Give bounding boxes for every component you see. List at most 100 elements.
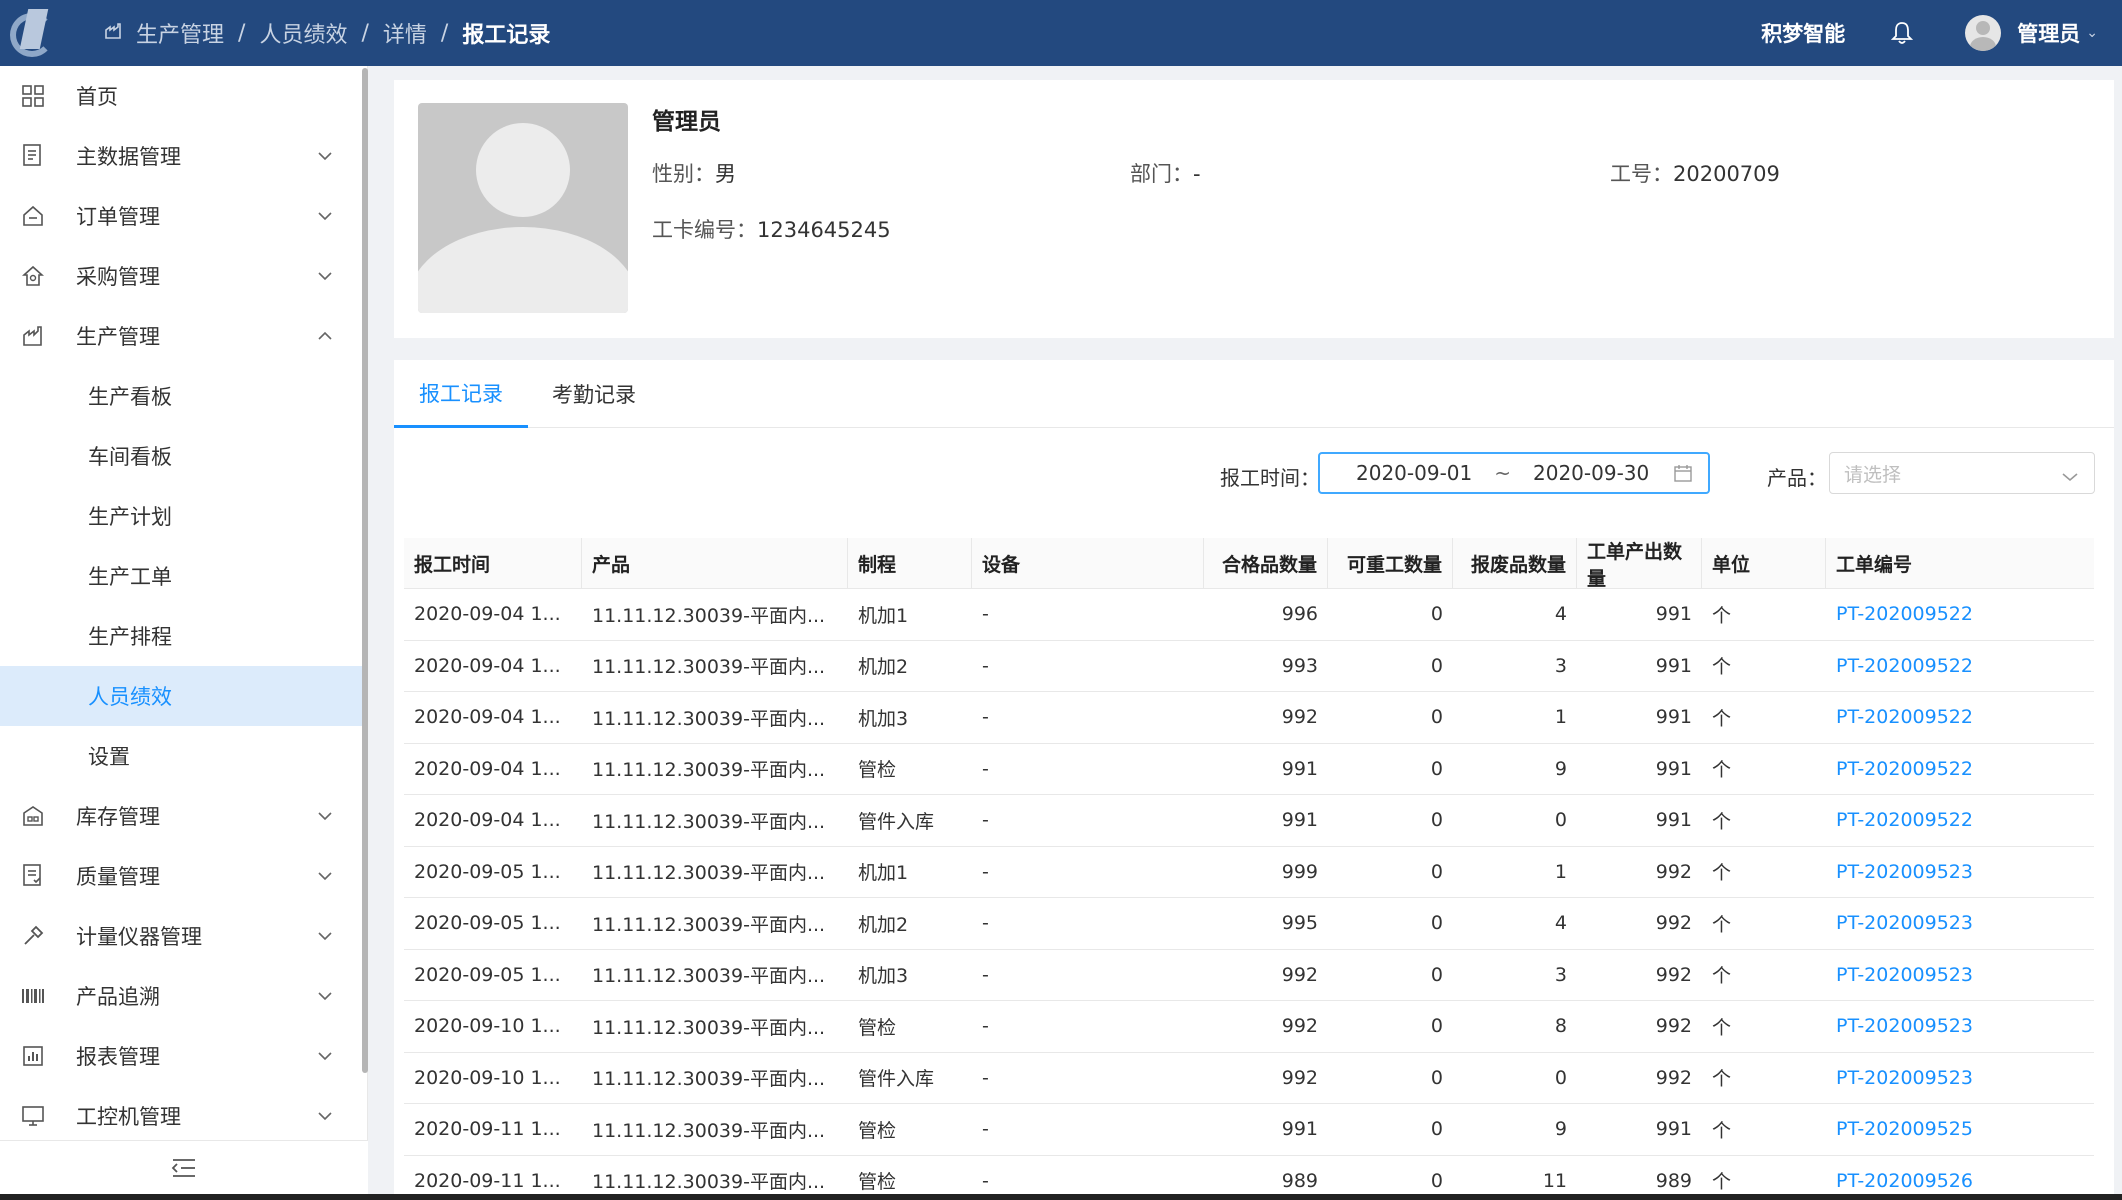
cell-reworkable: 0 bbox=[1430, 654, 1443, 677]
col-header-unit[interactable]: 单位 bbox=[1702, 538, 1826, 589]
cell-equipment: - bbox=[982, 706, 989, 729]
col-header-process[interactable]: 制程 bbox=[848, 538, 972, 589]
col-header-time[interactable]: 报工时间 bbox=[404, 538, 582, 589]
sidebar-item-purchase[interactable]: 采购管理 bbox=[0, 246, 367, 306]
sidebar-item-orders[interactable]: 订单管理 bbox=[0, 186, 367, 246]
col-header-qualified[interactable]: 合格品数量 bbox=[1204, 538, 1328, 589]
cell-equipment: - bbox=[982, 912, 989, 935]
sidebar-subitem-workshop-board[interactable]: 车间看板 bbox=[0, 426, 367, 486]
cell-scrap: 3 bbox=[1554, 654, 1567, 677]
table-row[interactable]: 2020-09-10 1... 11.11.12.30039-平面内... 管检 - 9… bbox=[404, 1001, 2094, 1053]
user-menu[interactable]: 管理员 bbox=[2017, 18, 2080, 48]
cell-work-order[interactable]: PT-202009523 bbox=[1826, 950, 2094, 1001]
table-row[interactable]: 2020-09-04 1... 11.11.12.30039-平面内... 机加1 -… bbox=[404, 589, 2094, 641]
table-row[interactable]: 2020-09-04 1... 11.11.12.30039-平面内... 机加2 -… bbox=[404, 641, 2094, 692]
tab-attendance[interactable]: 考勤记录 bbox=[552, 360, 662, 428]
col-header-equipment[interactable]: 设备 bbox=[972, 538, 1204, 589]
sidebar-item-instruments[interactable]: 计量仪器管理 bbox=[0, 906, 367, 966]
cell-work-order[interactable]: PT-202009523 bbox=[1826, 847, 2094, 898]
cell-work-order[interactable]: PT-202009523 bbox=[1826, 898, 2094, 949]
chevron-down-icon bbox=[315, 866, 335, 886]
table-row[interactable]: 2020-09-10 1... 11.11.12.30039-平面内... 管件入库… bbox=[404, 1053, 2094, 1104]
col-header-output[interactable]: 工单产出数量 bbox=[1577, 538, 1702, 590]
cell-work-order[interactable]: PT-202009522 bbox=[1826, 744, 2094, 795]
cell-reworkable: 0 bbox=[1430, 912, 1443, 935]
col-header-work-order[interactable]: 工单编号 bbox=[1826, 538, 2094, 589]
avatar[interactable] bbox=[1965, 15, 2002, 51]
date-from[interactable]: 2020-09-01 bbox=[1356, 461, 1472, 485]
app-logo[interactable] bbox=[6, 5, 62, 61]
cell-equipment: - bbox=[982, 1118, 989, 1141]
col-header-scrap[interactable]: 报废品数量 bbox=[1453, 538, 1577, 589]
sidebar-item-reports[interactable]: 报表管理 bbox=[0, 1026, 367, 1086]
date-range-picker[interactable]: 2020-09-01 ~ 2020-09-30 bbox=[1318, 452, 1710, 494]
col-header-product[interactable]: 产品 bbox=[582, 538, 848, 589]
date-to[interactable]: 2020-09-30 bbox=[1533, 461, 1649, 485]
cell-scrap: 1 bbox=[1554, 706, 1567, 729]
cell-work-order[interactable]: PT-202009522 bbox=[1826, 795, 2094, 846]
table-row[interactable]: 2020-09-05 1... 11.11.12.30039-平面内... 机加2 -… bbox=[404, 898, 2094, 950]
sidebar-subitem-scheduling[interactable]: 生产排程 bbox=[0, 606, 367, 666]
emp-no-label: 工号： bbox=[1610, 162, 1673, 186]
company-name: 积梦智能 bbox=[1761, 22, 1846, 46]
product-placeholder: 请选择 bbox=[1844, 463, 1902, 486]
breadcrumb-separator: / bbox=[440, 20, 449, 46]
sidebar-item-quality[interactable]: 质量管理 bbox=[0, 846, 367, 906]
cell-process: 管件入库 bbox=[858, 1068, 935, 1091]
sidebar-subitem-performance[interactable]: 人员绩效 bbox=[0, 666, 367, 726]
cell-work-order[interactable]: PT-202009525 bbox=[1826, 1104, 2094, 1155]
emp-no-value: 20200709 bbox=[1673, 162, 1780, 186]
profile-gender: 性别：男 bbox=[652, 158, 736, 188]
sidebar-subitem-settings[interactable]: 设置 bbox=[0, 726, 367, 786]
table-row[interactable]: 2020-09-05 1... 11.11.12.30039-平面内... 机加3 -… bbox=[404, 950, 2094, 1001]
table-row[interactable]: 2020-09-04 1... 11.11.12.30039-平面内... 管件入库… bbox=[404, 795, 2094, 847]
profile-name: 管理员 bbox=[652, 109, 721, 135]
sidebar-item-production[interactable]: 生产管理 bbox=[0, 306, 367, 366]
tab-work-report[interactable]: 报工记录 bbox=[394, 360, 528, 428]
table-row[interactable]: 2020-09-04 1... 11.11.12.30039-平面内... 机加3 -… bbox=[404, 692, 2094, 744]
sidebar-subitem-work-order[interactable]: 生产工单 bbox=[0, 546, 367, 606]
quality-icon bbox=[20, 863, 46, 889]
breadcrumb-detail[interactable]: 详情 bbox=[383, 17, 427, 49]
cell-process: 管检 bbox=[858, 1119, 897, 1142]
cell-qualified: 991 bbox=[1281, 809, 1318, 832]
breadcrumb-performance[interactable]: 人员绩效 bbox=[259, 17, 347, 49]
breadcrumb-current: 报工记录 bbox=[462, 23, 551, 48]
cell-process: 机加2 bbox=[858, 913, 909, 936]
gender-value: 男 bbox=[715, 162, 736, 186]
cell-qualified: 992 bbox=[1281, 1015, 1318, 1038]
sidebar-subitem-production-board[interactable]: 生产看板 bbox=[0, 366, 367, 426]
table-header: 报工时间 产品 制程 设备 合格品数量 可重工数量 报废品数量 工单产出数量 单… bbox=[404, 538, 2094, 590]
bell-icon[interactable] bbox=[1889, 20, 1915, 46]
table-row[interactable]: 2020-09-11 1... 11.11.12.30039-平面内... 管检 - 9… bbox=[404, 1104, 2094, 1156]
table-row[interactable]: 2020-09-04 1... 11.11.12.30039-平面内... 管检 - 9… bbox=[404, 744, 2094, 795]
profile-card-no: 工卡编号：1234645245 bbox=[652, 214, 891, 244]
cell-work-order[interactable]: PT-202009523 bbox=[1826, 1001, 2094, 1052]
breadcrumb-production[interactable]: 生产管理 bbox=[136, 17, 224, 49]
sidebar-item-ipc[interactable]: 工控机管理 bbox=[0, 1086, 367, 1146]
cell-work-order[interactable]: PT-202009522 bbox=[1826, 641, 2094, 692]
collapse-sidebar-button[interactable] bbox=[0, 1140, 368, 1200]
cell-reworkable: 0 bbox=[1430, 860, 1443, 883]
cell-reworkable: 0 bbox=[1430, 1118, 1443, 1141]
table-row[interactable]: 2020-09-05 1... 11.11.12.30039-平面内... 机加1 -… bbox=[404, 847, 2094, 898]
sidebar-item-inventory[interactable]: 库存管理 bbox=[0, 786, 367, 846]
sidebar-subitem-production-plan[interactable]: 生产计划 bbox=[0, 486, 367, 546]
cell-work-order[interactable]: PT-202009522 bbox=[1826, 589, 2094, 640]
cell-product: 11.11.12.30039-平面内... bbox=[592, 759, 826, 782]
cell-reworkable: 0 bbox=[1430, 757, 1443, 780]
product-select[interactable]: 请选择 bbox=[1829, 452, 2095, 494]
sidebar-scrollbar[interactable] bbox=[362, 68, 368, 1073]
col-header-reworkable[interactable]: 可重工数量 bbox=[1328, 538, 1453, 589]
cell-work-order[interactable]: PT-202009522 bbox=[1826, 692, 2094, 743]
cell-qualified: 993 bbox=[1281, 654, 1318, 677]
cell-scrap: 1 bbox=[1554, 860, 1567, 883]
sidebar-item-home[interactable]: 首页 bbox=[0, 66, 367, 126]
cell-product: 11.11.12.30039-平面内... bbox=[592, 810, 826, 833]
cell-work-order[interactable]: PT-202009523 bbox=[1826, 1053, 2094, 1104]
cell-scrap: 4 bbox=[1554, 912, 1567, 935]
sidebar: 首页 主数据管理 订单管理 采购管理 生产管理 生产看板 车间看板 生产计划 生… bbox=[0, 66, 368, 1200]
sidebar-item-traceability[interactable]: 产品追溯 bbox=[0, 966, 367, 1026]
sidebar-item-master-data[interactable]: 主数据管理 bbox=[0, 126, 367, 186]
chevron-down-icon[interactable]: ⌄ bbox=[2086, 25, 2098, 41]
